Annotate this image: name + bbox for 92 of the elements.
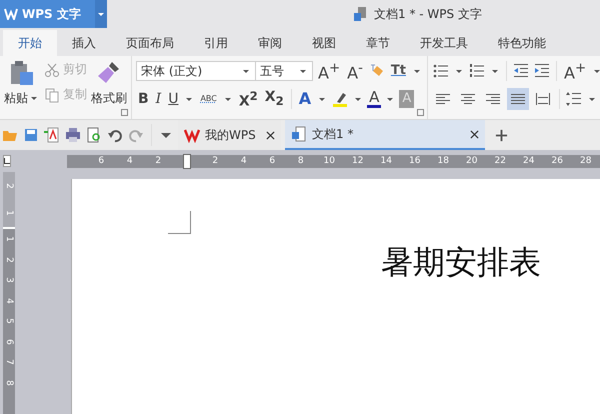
- ruler-number: 4: [3, 298, 15, 304]
- font-color-button[interactable]: A: [367, 90, 382, 108]
- tab-title: 文档1 *: [312, 126, 354, 142]
- copy-icon: [44, 86, 60, 102]
- font-size-dropdown[interactable]: 五号: [255, 61, 313, 81]
- ruler-number: 6: [97, 156, 106, 166]
- ribbon-tab[interactable]: 开发工具: [405, 30, 483, 56]
- ruler-number: 4: [126, 156, 134, 166]
- export-pdf-icon[interactable]: [44, 127, 60, 143]
- dialog-launcher-icon[interactable]: [416, 109, 424, 116]
- ruler-number: 6: [3, 338, 15, 344]
- ruler-number: 16: [408, 156, 422, 166]
- ruler-number: 6: [268, 156, 276, 166]
- wps-logo-icon: [184, 127, 200, 143]
- ribbon-tab[interactable]: 插入: [57, 30, 111, 56]
- tab-title: 我的WPS: [205, 126, 257, 144]
- text-effect-button[interactable]: A: [296, 90, 314, 108]
- undo-icon[interactable]: [107, 127, 123, 143]
- app-name: WPS 文字: [22, 6, 81, 22]
- print-icon[interactable]: [65, 127, 81, 143]
- document-icon: [291, 126, 307, 142]
- font-name-dropdown[interactable]: 宋体 (正文): [136, 61, 256, 81]
- increase-indent-icon[interactable]: [532, 62, 551, 80]
- ruler-number: 10: [322, 156, 336, 166]
- align-center-icon: [460, 92, 476, 106]
- ruler-number: 4: [240, 156, 248, 166]
- grow-font-button[interactable]: A$^{+}$: [316, 60, 342, 82]
- ruler-number: 26: [550, 156, 564, 166]
- paste-button[interactable]: 粘贴: [4, 59, 40, 119]
- ruler-number: 3: [3, 277, 15, 283]
- decrease-indent-icon[interactable]: [512, 62, 530, 80]
- save-icon[interactable]: [23, 127, 39, 143]
- app-menu-button[interactable]: WPS 文字: [0, 0, 95, 28]
- ruler-number: 18: [436, 156, 450, 166]
- ruler-number: 12: [351, 156, 364, 166]
- ribbon-tab[interactable]: 审阅: [243, 30, 297, 56]
- document-tab[interactable]: 文档1 *: [285, 120, 485, 150]
- ruler-number: 8: [296, 156, 305, 166]
- ruler-number: 7: [3, 359, 15, 365]
- ruler-number: 2: [154, 156, 162, 166]
- dialog-launcher-icon[interactable]: [121, 109, 128, 116]
- ruler-number: 28: [579, 156, 592, 166]
- strikethrough-button[interactable]: ABC: [198, 90, 219, 108]
- numbered-list-icon[interactable]: [468, 62, 486, 80]
- ruler-number: 2: [3, 182, 15, 189]
- scissors-icon: [45, 63, 59, 76]
- document-heading: 暑期安排表: [381, 242, 542, 283]
- app-menu-dropdown[interactable]: [95, 0, 107, 28]
- margin-corner-mark: [168, 211, 191, 234]
- document-icon: [352, 6, 368, 22]
- line-spacing-icon[interactable]: [564, 90, 583, 108]
- logo-icon: [4, 8, 18, 20]
- subscript-button[interactable]: X$_{2}$: [262, 88, 286, 110]
- ruler-number: 22: [494, 156, 507, 166]
- ruler-number: 24: [522, 156, 536, 166]
- clipboard-icon: [8, 59, 36, 87]
- print-preview-icon[interactable]: [86, 127, 102, 143]
- close-icon[interactable]: [470, 130, 479, 138]
- shrink-font-button[interactable]: A$^{-}$: [345, 60, 365, 82]
- ruler-number: 20: [465, 156, 478, 166]
- indent-marker-icon[interactable]: [182, 154, 191, 168]
- character-scale-button[interactable]: A$^{+}$: [562, 60, 588, 82]
- close-icon[interactable]: [266, 130, 275, 140]
- align-distribute-icon: [534, 92, 551, 106]
- tab-stop-selector[interactable]: [3, 155, 11, 167]
- highlighter-icon[interactable]: [331, 90, 350, 108]
- superscript-button[interactable]: X$^{2}$: [236, 87, 260, 111]
- ribbon-tab[interactable]: 页面布局: [111, 30, 189, 56]
- align-justify-icon: [510, 92, 526, 106]
- ruler-number: 5: [3, 318, 15, 324]
- ribbon-tab[interactable]: 特色功能: [483, 30, 561, 56]
- ribbon-tab[interactable]: 开始: [3, 30, 57, 56]
- change-case-button[interactable]: Tt: [388, 62, 408, 80]
- ruler-number: 2: [211, 156, 220, 166]
- ribbon-tab[interactable]: 视图: [297, 30, 351, 56]
- align-right-icon: [484, 92, 501, 106]
- underline-button[interactable]: U: [166, 90, 180, 108]
- align-left-icon: [434, 92, 451, 106]
- ruler-number: 1: [3, 210, 15, 216]
- ruler-number: 2: [3, 256, 15, 262]
- italic-button[interactable]: I: [154, 90, 164, 108]
- ruler-number: 8: [3, 380, 15, 386]
- ruler-number: 14: [380, 156, 393, 166]
- bold-button[interactable]: B: [136, 90, 151, 108]
- new-tab-icon[interactable]: [495, 128, 508, 142]
- align-justify-button[interactable]: [506, 88, 529, 110]
- bullet-list-icon[interactable]: [432, 62, 450, 80]
- ruler-number: 1: [3, 236, 15, 242]
- ribbon-tab[interactable]: 引用: [189, 30, 243, 56]
- format-painter-button[interactable]: 格式刷: [91, 59, 127, 119]
- window-title: 文档1 * - WPS 文字: [374, 6, 482, 22]
- ribbon-tab[interactable]: 章节: [351, 30, 405, 56]
